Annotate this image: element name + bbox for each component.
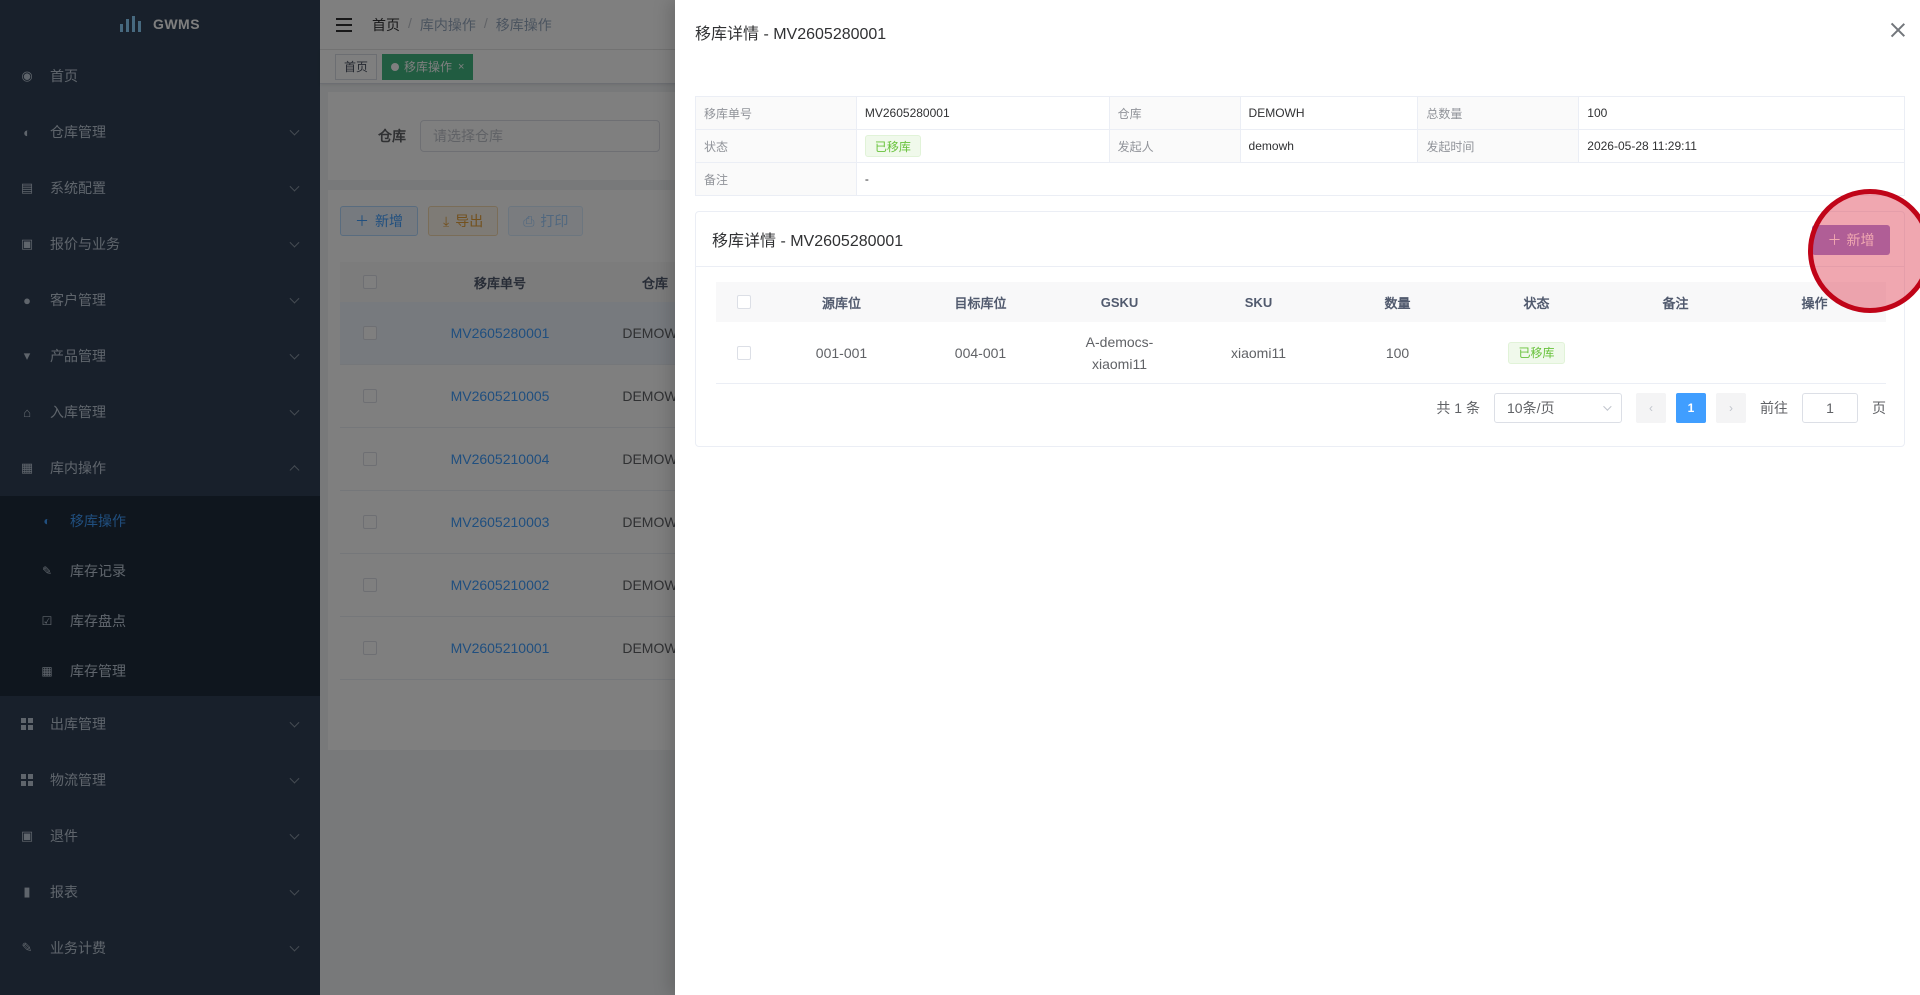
status-cell: 已移库	[1467, 341, 1606, 364]
desc-value-initiator: demowh	[1240, 130, 1419, 163]
select-all-checkbox[interactable]	[737, 295, 751, 309]
desc-value-qty: 100	[1579, 97, 1905, 130]
header-gsku: GSKU	[1100, 294, 1139, 310]
move-descriptions: 移库单号 MV2605280001 仓库 DEMOWH 总数量 100 状态 已…	[695, 96, 1905, 196]
status-badge: 已移库	[864, 135, 921, 157]
desc-label-no: 移库单号	[696, 97, 857, 130]
target-location-cell: 004-001	[954, 344, 1007, 361]
pager-buttons: ‹ 1 ›	[1636, 393, 1746, 423]
gsku-line-1: A-democs-	[1085, 333, 1154, 350]
next-page-button[interactable]: ›	[1716, 393, 1746, 423]
desc-value-remark: -	[856, 163, 1905, 196]
desc-label-time: 发起时间	[1418, 130, 1580, 163]
gsku-cell: A-democs- xiaomi11	[1050, 331, 1189, 375]
desc-label-remark: 备注	[696, 163, 857, 196]
status-badge: 已移库	[1508, 341, 1565, 364]
chevron-down-icon	[1603, 402, 1612, 411]
desc-value-status-cell: 已移库	[856, 130, 1110, 163]
desc-value-no: MV2605280001	[856, 97, 1110, 130]
page-number-button[interactable]: 1	[1676, 393, 1706, 423]
source-location-cell: 001-001	[815, 344, 868, 361]
goto-page-input[interactable]: 1	[1802, 393, 1858, 423]
drawer-title: 移库详情 - MV2605280001	[695, 26, 887, 43]
sku-cell: xiaomi11	[1231, 344, 1286, 361]
pagination: 共 1 条 10条/页 ‹ 1 › 前往 1 页	[1436, 393, 1886, 423]
prev-page-button[interactable]: ‹	[1636, 393, 1666, 423]
header-source-location: 源库位	[821, 295, 861, 311]
click-highlight-marker	[1808, 189, 1920, 313]
page-size-value: 10条/页	[1507, 400, 1555, 416]
pagination-total: 共 1 条	[1436, 400, 1480, 416]
desc-label-initiator: 发起人	[1109, 130, 1241, 163]
card-header: 移库详情 - MV2605280001 ＋ 新增	[696, 212, 1904, 267]
move-detail-card: 移库详情 - MV2605280001 ＋ 新增 源库位 目标库位 GSKU S…	[695, 211, 1905, 447]
header-qty: 数量	[1384, 295, 1411, 311]
table-row[interactable]: 001-001 004-001 A-democs- xiaomi11 xiaom…	[716, 322, 1886, 384]
desc-value-time: 2026-05-28 11:29:11	[1579, 130, 1905, 163]
close-icon[interactable]	[1890, 22, 1906, 38]
goto-label: 前往	[1760, 400, 1788, 416]
header-sku: SKU	[1244, 294, 1273, 310]
header-status: 状态	[1523, 295, 1550, 311]
move-detail-drawer: 移库详情 - MV2605280001 移库单号 MV2605280001 仓库…	[675, 0, 1920, 995]
desc-label-qty: 总数量	[1418, 97, 1580, 130]
card-title: 移库详情 - MV2605280001	[712, 233, 904, 250]
gsku-line-2: xiaomi11	[1092, 355, 1147, 372]
page-size-select[interactable]: 10条/页	[1494, 393, 1622, 423]
desc-value-warehouse: DEMOWH	[1240, 97, 1419, 130]
desc-label-status: 状态	[696, 130, 857, 163]
page-suffix: 页	[1872, 400, 1886, 416]
qty-cell: 100	[1385, 344, 1410, 361]
table-header: 源库位 目标库位 GSKU SKU 数量 状态 备注 操作	[716, 282, 1886, 322]
detail-table: 源库位 目标库位 GSKU SKU 数量 状态 备注 操作 001-001 00…	[716, 282, 1886, 384]
header-target-location: 目标库位	[954, 295, 1007, 311]
row-checkbox[interactable]	[737, 345, 751, 360]
header-remark: 备注	[1662, 295, 1689, 311]
desc-label-warehouse: 仓库	[1109, 97, 1241, 130]
